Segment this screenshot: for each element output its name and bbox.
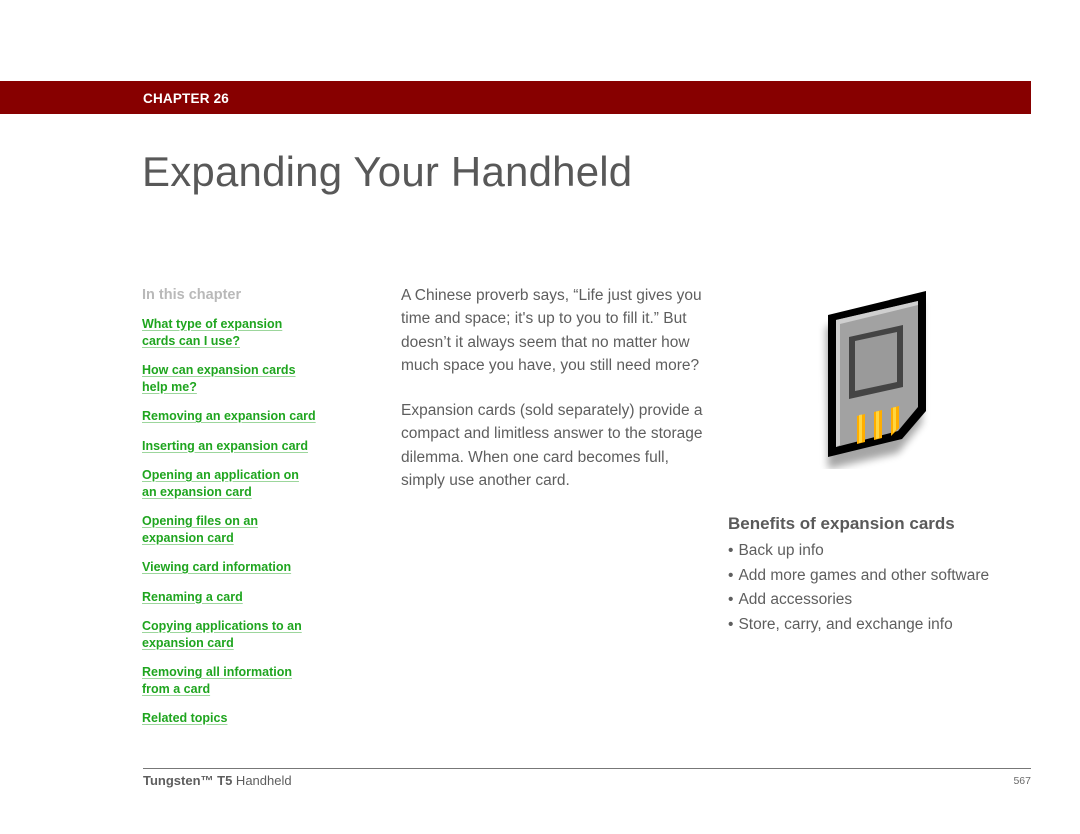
page-number: 567 (1013, 775, 1031, 787)
bullet-icon: • (728, 566, 734, 584)
toc-link-viewing-card-info[interactable]: Viewing card information (142, 560, 291, 574)
product-name-bold: Tungsten™ T5 (143, 773, 233, 788)
benefits-list: • Back up info • Add more games and other … (728, 539, 1048, 637)
benefit-item: • Add more games and other software (728, 564, 1048, 589)
toc-link-removing-all-info[interactable]: Removing all information from a card (142, 665, 292, 696)
benefit-item: • Back up info (728, 539, 1048, 564)
product-name-rest: Handheld (232, 773, 292, 788)
intro-paragraph: A Chinese proverb says, “Life just gives… (401, 287, 702, 374)
toc-item: What type of expansion cards can I use? (142, 316, 342, 349)
expansion-card-icon (812, 287, 942, 469)
toc-link-renaming-card[interactable]: Renaming a card (142, 590, 243, 604)
benefit-item: • Store, carry, and exchange info (728, 613, 1048, 638)
bullet-icon: • (728, 542, 734, 559)
toc-item: How can expansion cards help me? (142, 362, 342, 395)
toc-item: Related topics (142, 710, 342, 727)
toc-item: Renaming a card (142, 589, 342, 606)
intro-paragraph: Expansion cards (sold separately) provid… (401, 402, 703, 490)
benefit-text: Back up info (738, 542, 824, 559)
chapter-banner: CHAPTER 26 (0, 81, 1031, 114)
toc-item: Opening files on an expansion card (142, 513, 342, 546)
footer-divider (143, 768, 1031, 769)
toc-link-opening-files[interactable]: Opening files on an expansion card (142, 514, 258, 545)
bullet-icon: • (728, 591, 734, 609)
toc-link-copying-applications[interactable]: Copying applications to an expansion car… (142, 619, 302, 650)
toc-item: Inserting an expansion card (142, 438, 342, 455)
toc-link-related-topics[interactable]: Related topics (142, 711, 227, 725)
toc-link-inserting-card[interactable]: Inserting an expansion card (142, 439, 308, 453)
toc-link-how-cards-help[interactable]: How can expansion cards help me? (142, 363, 296, 394)
toc-item: Viewing card information (142, 559, 342, 576)
benefit-item: • Add accessories (728, 588, 1048, 613)
toc-item: Opening an application on an expansion c… (142, 467, 342, 500)
benefit-text: Add accessories (738, 591, 853, 609)
intro-text: A Chinese proverb says, “Life just gives… (401, 284, 706, 514)
benefit-text: Add more games and other software (738, 566, 990, 584)
toc-link-removing-card[interactable]: Removing an expansion card (142, 409, 316, 423)
benefits-heading: Benefits of expansion cards (728, 514, 955, 533)
bullet-icon: • (728, 615, 734, 633)
toc-item: Removing an expansion card (142, 408, 342, 425)
benefits-section: Benefits of expansion cards • Back up inf… (728, 514, 1048, 637)
toc-heading: In this chapter (142, 287, 242, 303)
chapter-label: CHAPTER 26 (143, 91, 230, 106)
toc-item: Removing all information from a card (142, 664, 342, 697)
chapter-contents: In this chapter What type of expansion c… (142, 287, 342, 740)
benefit-text: Store, carry, and exchange info (738, 615, 953, 633)
toc-link-card-types[interactable]: What type of expansion cards can I use? (142, 317, 282, 348)
toc-link-opening-application[interactable]: Opening an application on an expansion c… (142, 468, 299, 499)
toc-list: What type of expansion cards can I use? … (142, 316, 342, 727)
toc-item: Copying applications to an expansion car… (142, 618, 342, 651)
footer-product-name: Tungsten™ T5 Handheld (143, 773, 292, 788)
page-title: Expanding Your Handheld (142, 148, 633, 195)
